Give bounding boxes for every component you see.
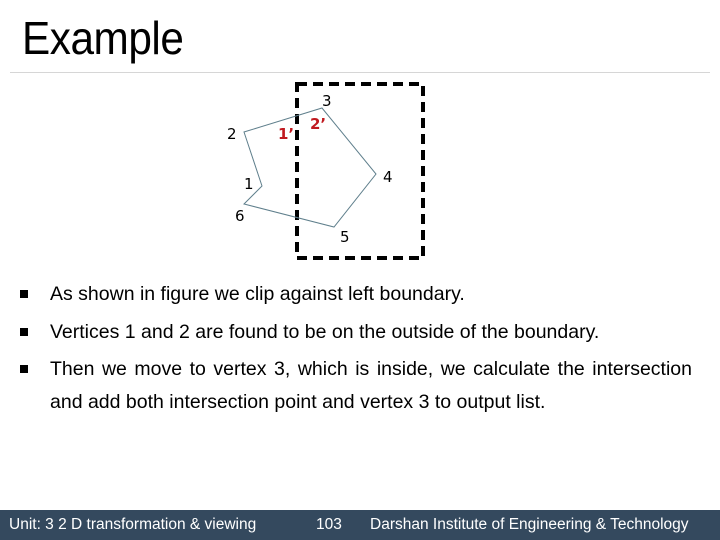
square-bullet-icon [20, 328, 28, 336]
vertex-label-4: 4 [383, 168, 393, 186]
bullet-item: Then we move to vertex 3, which is insid… [20, 353, 692, 419]
vertex-label-2: 2 [227, 125, 237, 143]
bullet-item: As shown in figure we clip against left … [20, 278, 692, 311]
vertex-label-3: 3 [322, 92, 332, 110]
vertex-label-1: 1 [244, 175, 254, 193]
footer-bar: Unit: 3 2 D transformation & viewing 103… [0, 510, 720, 540]
vertex-label-6: 6 [235, 207, 245, 225]
intersection-label-2prime: 2’ [310, 115, 326, 133]
footer-institute-name: Darshan Institute of Engineering & Techn… [370, 516, 689, 533]
bullet-text: Vertices 1 and 2 are found to be on the … [50, 321, 600, 343]
bullet-item: Vertices 1 and 2 are found to be on the … [20, 316, 692, 349]
square-bullet-icon [20, 290, 28, 298]
footer-unit-label: Unit: 3 2 D transformation & viewing [9, 516, 257, 533]
footer-page-number: 103 [316, 516, 342, 533]
intersection-label-1prime: 1’ [278, 125, 294, 143]
bullet-text: Then we move to vertex 3, which is insid… [50, 358, 692, 413]
vertex-label-5: 5 [340, 228, 350, 246]
bullet-text: As shown in figure we clip against left … [50, 283, 465, 305]
clipping-figure: 3 2 4 1 6 5 1’ 2’ [227, 82, 425, 260]
square-bullet-icon [20, 365, 28, 373]
